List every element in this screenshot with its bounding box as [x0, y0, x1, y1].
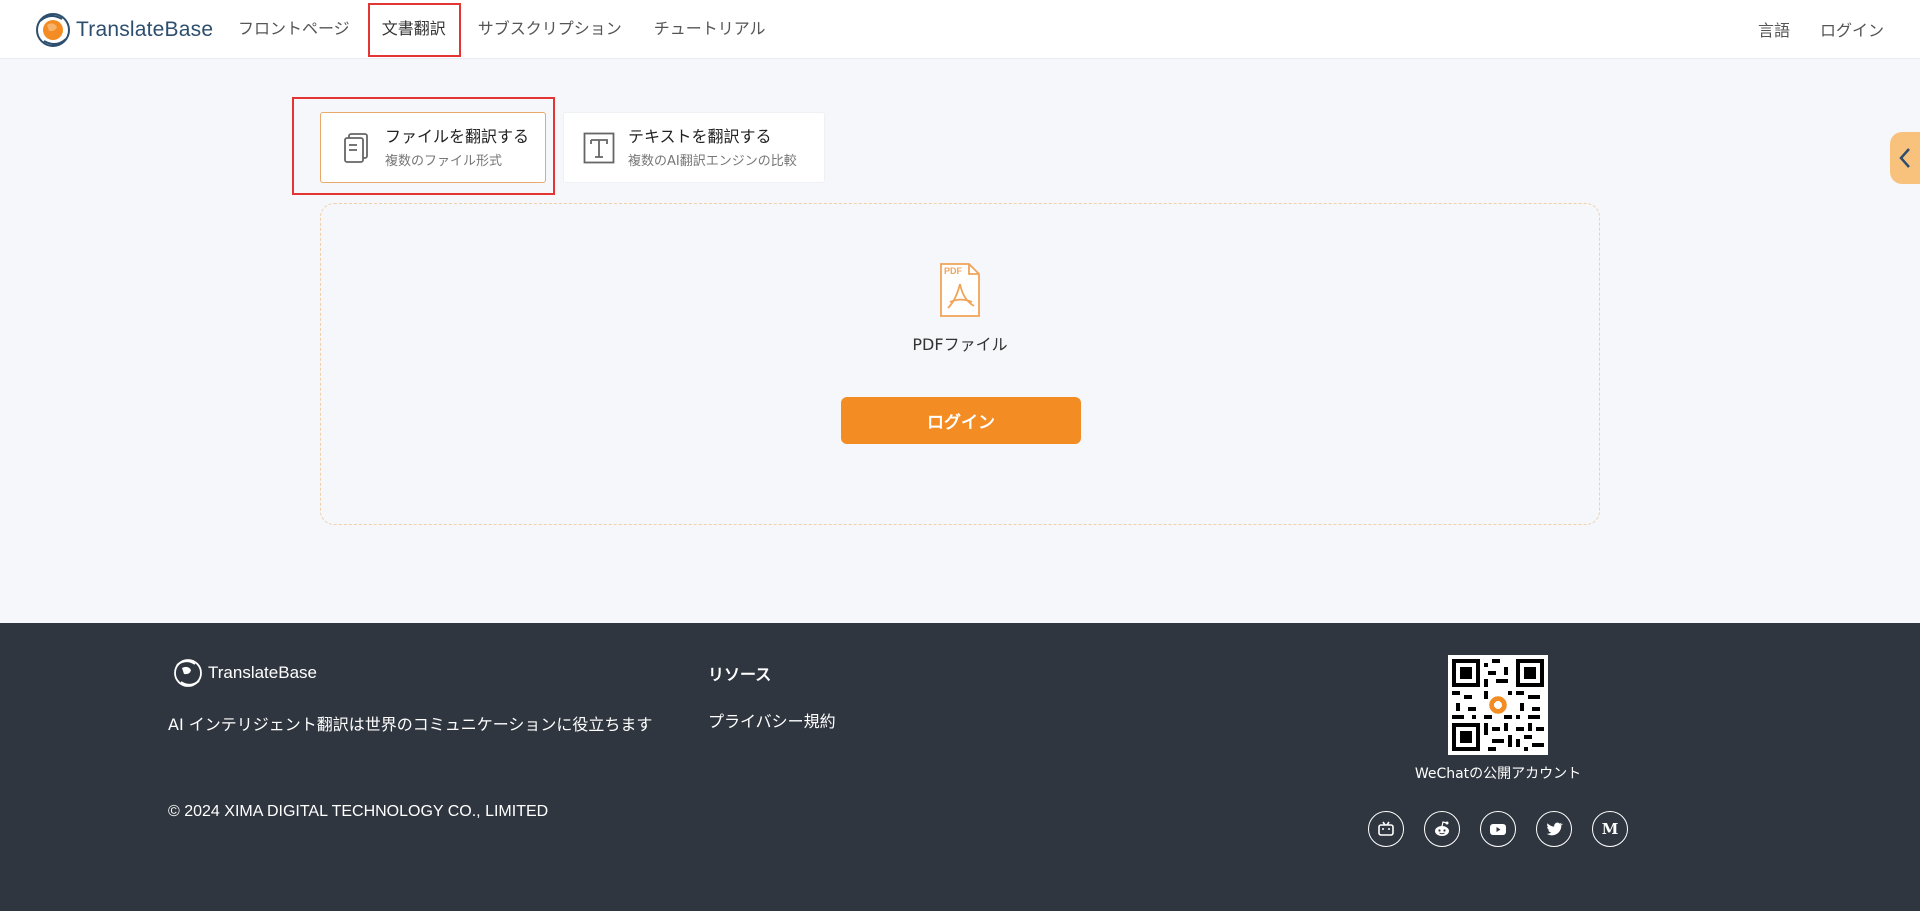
- header-actions: 言語 ログイン: [1728, 0, 1884, 58]
- language-link[interactable]: 言語: [1758, 17, 1790, 41]
- main-nav: フロントページ 文書翻訳 サブスクリプション チュートリアル: [222, 0, 782, 58]
- chevron-left-icon: [1899, 148, 1910, 168]
- nav-document-translation[interactable]: 文書翻訳: [366, 0, 462, 58]
- tab-file-text: ファイルを翻訳する 複数のファイル形式: [385, 127, 529, 169]
- wechat-qr-code: [1448, 655, 1548, 755]
- wechat-label: WeChatの公開アカウント: [1414, 766, 1582, 782]
- tab-text-title: テキストを翻訳する: [628, 126, 772, 146]
- document-icon: [339, 131, 373, 165]
- footer-copyright: © 2024 XIMA DIGITAL TECHNOLOGY CO., LIMI…: [168, 803, 549, 820]
- footer-brand-name: TranslateBase: [208, 663, 317, 682]
- footer-slogan: AI インテリジェント翻訳は世界のコミュニケーションに役立ちます: [168, 715, 653, 734]
- social-links: M: [1368, 811, 1648, 847]
- svg-text:M: M: [1602, 820, 1619, 838]
- nav-tutorial[interactable]: チュートリアル: [638, 0, 782, 58]
- footer-logo[interactable]: TranslateBase: [172, 657, 317, 689]
- pdf-badge: PDF: [944, 266, 963, 276]
- tab-translate-text[interactable]: テキストを翻訳する 複数のAI翻訳エンジンの比較: [563, 112, 825, 183]
- tab-text-text: テキストを翻訳する 複数のAI翻訳エンジンの比較: [628, 127, 797, 169]
- top-header: TranslateBase フロントページ 文書翻訳 サブスクリプション チュー…: [0, 0, 1920, 59]
- nav-subscription[interactable]: サブスクリプション: [462, 0, 638, 58]
- reddit-icon[interactable]: [1424, 811, 1460, 847]
- tab-file-subtitle: 複数のファイル形式: [385, 153, 503, 169]
- pdf-file-icon: PDF: [940, 263, 980, 317]
- login-button[interactable]: ログイン: [841, 397, 1081, 444]
- globe-logo-icon: [174, 659, 202, 687]
- brand-name: TranslateBase: [76, 18, 214, 41]
- tab-file-title: ファイルを翻訳する: [385, 126, 530, 146]
- brand-logo[interactable]: TranslateBase: [34, 11, 213, 49]
- globe-logo-icon: [36, 13, 70, 47]
- twitter-icon[interactable]: [1536, 811, 1572, 847]
- bilibili-icon[interactable]: [1368, 811, 1404, 847]
- header-login-link[interactable]: ログイン: [1820, 17, 1884, 41]
- page-footer: TranslateBase AI インテリジェント翻訳は世界のコミュニケーション…: [0, 623, 1920, 911]
- text-t-icon: [582, 131, 616, 165]
- side-collapse-tab[interactable]: [1890, 132, 1920, 184]
- tab-text-subtitle: 複数のAI翻訳エンジンの比較: [628, 153, 797, 169]
- privacy-policy-link[interactable]: プライバシー規約: [708, 708, 836, 732]
- file-type-label: PDFファイル: [912, 335, 1008, 354]
- resources-heading: リソース: [708, 665, 772, 684]
- upload-dropzone[interactable]: PDF PDFファイル ログイン: [320, 203, 1600, 525]
- nav-home[interactable]: フロントページ: [222, 0, 366, 58]
- medium-icon[interactable]: M: [1592, 811, 1628, 847]
- youtube-icon[interactable]: [1480, 811, 1516, 847]
- tab-translate-file[interactable]: ファイルを翻訳する 複数のファイル形式: [320, 112, 546, 183]
